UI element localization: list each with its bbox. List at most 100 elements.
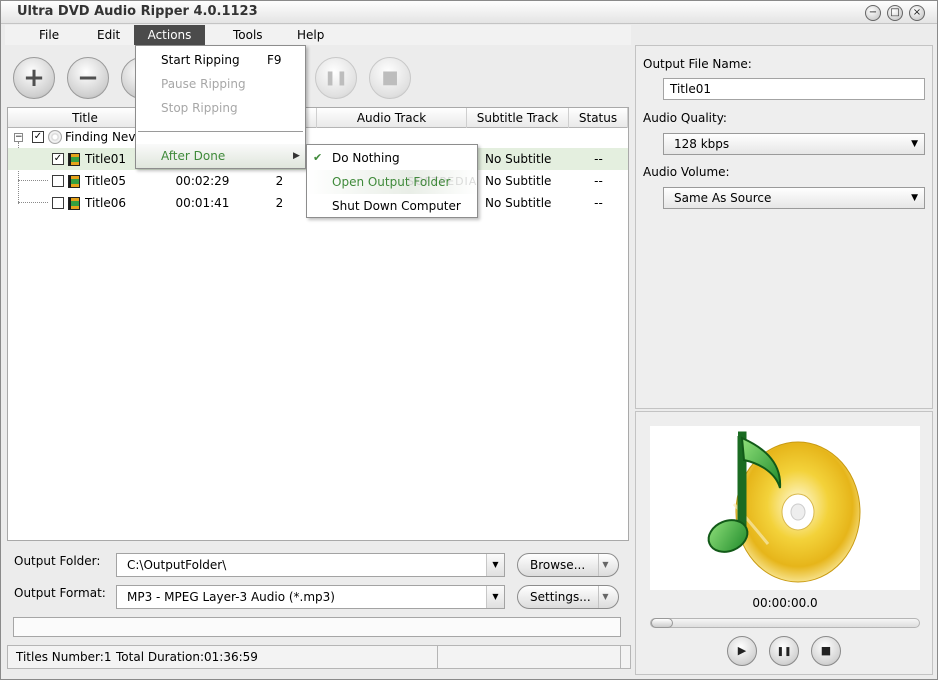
add-icon: + <box>23 63 45 93</box>
close-icon[interactable]: × <box>909 5 925 21</box>
toolbar: + − ❚❚ ■ <box>5 47 631 109</box>
pause-icon: ❚❚ <box>324 70 348 86</box>
row-subtitle[interactable]: No Subtitle <box>485 192 569 214</box>
status-total-duration: Total Duration:01:36:59 <box>116 646 438 668</box>
seek-thumb[interactable] <box>651 618 673 628</box>
pause-icon: ❚❚ <box>776 647 792 657</box>
video-title-icon <box>68 175 80 188</box>
actions-menu: Start Ripping F9 Pause Ripping Stop Ripp… <box>135 45 306 169</box>
chevron-down-icon[interactable]: ▼ <box>598 554 612 576</box>
stop-button[interactable]: ■ <box>369 57 411 99</box>
output-file-name-label: Output File Name: <box>643 57 752 71</box>
menu-item-label: Shut Down Computer <box>332 199 461 213</box>
preview-time: 00:00:00.0 <box>752 596 818 610</box>
dropdown-arrow-icon[interactable]: ▼ <box>486 586 504 608</box>
dvd-disc-icon <box>48 130 62 144</box>
chevron-down-icon[interactable]: ▼ <box>598 586 612 608</box>
add-button[interactable]: + <box>13 57 55 99</box>
chevron-down-icon: ▼ <box>911 139 918 149</box>
preview-seek-slider[interactable] <box>650 618 920 628</box>
stop-icon: ■ <box>381 67 399 88</box>
menu-file[interactable]: File <box>31 25 67 45</box>
menu-item-label: Do Nothing <box>332 151 400 165</box>
menu-shut-down-computer[interactable]: Shut Down Computer <box>307 194 477 218</box>
output-folder-label: Output Folder: <box>14 554 101 568</box>
menu-tools[interactable]: Tools <box>225 25 271 45</box>
row-checkbox[interactable] <box>52 175 64 187</box>
remove-icon: − <box>77 63 99 93</box>
play-icon: ▶ <box>737 644 747 657</box>
preview-stop-button[interactable]: ■ <box>811 636 841 666</box>
title-bar[interactable]: Ultra DVD Audio Ripper 4.0.1123 − □ × <box>1 1 937 24</box>
row-duration: 00:01:41 <box>175 196 230 210</box>
menu-pause-ripping[interactable]: Pause Ripping <box>136 72 305 96</box>
audio-quality-label: Audio Quality: <box>643 111 727 125</box>
chevron-down-icon: ▼ <box>911 193 918 203</box>
col-audio-track[interactable]: Audio Track <box>317 108 467 128</box>
browse-button-label: Browse... <box>530 558 586 572</box>
remove-button[interactable]: − <box>67 57 109 99</box>
output-format-label: Output Format: <box>14 586 106 600</box>
menu-stop-ripping[interactable]: Stop Ripping <box>136 96 305 120</box>
checkmark-icon: ✔ <box>313 151 323 164</box>
stop-icon: ■ <box>820 644 832 657</box>
menu-item-label: Stop Ripping <box>161 101 238 115</box>
row-duration: 00:02:29 <box>175 174 230 188</box>
window-title: Ultra DVD Audio Ripper 4.0.1123 <box>17 4 258 19</box>
music-cd-icon <box>707 431 861 583</box>
audio-quality-select[interactable]: 128 kbps ▼ <box>663 133 925 155</box>
audio-volume-label: Audio Volume: <box>643 165 730 179</box>
minimize-icon[interactable]: − <box>865 5 881 21</box>
row-title: Title06 <box>85 196 126 210</box>
menu-actions[interactable]: Actions <box>134 25 205 45</box>
status-titles-number: Titles Number:1 <box>16 650 112 664</box>
row-status: -- <box>594 196 603 210</box>
row-subtitle[interactable]: No Subtitle <box>485 170 569 192</box>
pause-button[interactable]: ❚❚ <box>315 57 357 99</box>
row-checkbox[interactable]: ✓ <box>52 153 64 165</box>
maximize-icon[interactable]: □ <box>887 5 903 21</box>
settings-button[interactable]: Settings... ▼ <box>517 585 619 609</box>
menu-start-ripping[interactable]: Start Ripping F9 <box>136 48 305 72</box>
output-format-combo[interactable]: MP3 - MPEG Layer-3 Audio (*.mp3) ▼ <box>116 585 505 609</box>
app-window: Ultra DVD Audio Ripper 4.0.1123 − □ × Fi… <box>0 0 938 680</box>
col-subtitle-track[interactable]: Subtitle Track <box>467 108 569 128</box>
settings-button-label: Settings... <box>530 590 591 604</box>
menu-item-label: Pause Ripping <box>161 77 246 91</box>
output-format-value: MP3 - MPEG Layer-3 Audio (*.mp3) <box>127 590 335 604</box>
audio-quality-value: 128 kbps <box>674 137 730 151</box>
row-title: Title05 <box>85 174 126 188</box>
row-status: -- <box>594 152 603 166</box>
preview-panel: 00:00:00.0 ▶ ❚❚ ■ <box>635 411 933 675</box>
audio-volume-select[interactable]: Same As Source ▼ <box>663 187 925 209</box>
root-checkbox[interactable]: ✓ <box>32 131 44 143</box>
row-checkbox[interactable] <box>52 197 64 209</box>
menu-after-done[interactable]: After Done ▶ <box>136 144 305 168</box>
output-file-name-input[interactable]: Title01 <box>663 78 925 100</box>
audio-volume-value: Same As Source <box>674 191 772 205</box>
preview-play-button[interactable]: ▶ <box>727 636 757 666</box>
status-bar: Titles Number:1 Total Duration:01:36:59 <box>7 645 631 669</box>
menu-edit[interactable]: Edit <box>89 25 128 45</box>
row-subtitle[interactable]: No Subtitle <box>485 148 569 170</box>
menu-shortcut: F9 <box>267 53 282 67</box>
dropdown-arrow-icon[interactable]: ▼ <box>486 554 504 576</box>
video-title-icon <box>68 197 80 210</box>
menu-bar: File Edit Actions Tools Help <box>5 25 631 45</box>
menu-do-nothing[interactable]: ✔ Do Nothing <box>307 146 477 170</box>
output-folder-combo[interactable]: C:\OutputFolder\ ▼ <box>116 553 505 577</box>
col-status[interactable]: Status <box>569 108 628 128</box>
collapse-icon[interactable]: − <box>14 133 23 142</box>
submenu-arrow-icon: ▶ <box>293 151 300 161</box>
menu-help[interactable]: Help <box>289 25 332 45</box>
watermark-text: SOFTPEDIA <box>407 175 478 188</box>
preview-pause-button[interactable]: ❚❚ <box>769 636 799 666</box>
after-done-submenu: ✔ Do Nothing Open Output Folder Shut Dow… <box>306 144 478 218</box>
output-folder-value: C:\OutputFolder\ <box>127 558 227 572</box>
browse-button[interactable]: Browse... ▼ <box>517 553 619 577</box>
menu-item-label: Start Ripping <box>161 53 240 67</box>
row-status: -- <box>594 174 603 188</box>
menu-separator <box>138 131 303 132</box>
rip-progress-bar <box>13 617 621 637</box>
table-header: Title Audio Track Subtitle Track Status <box>8 108 628 128</box>
